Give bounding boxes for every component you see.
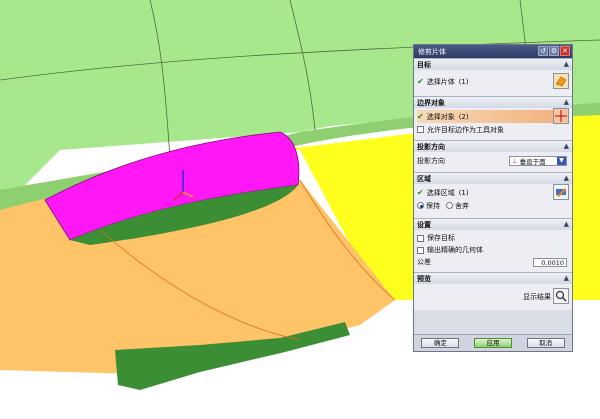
projection-value: 垂直于面 bbox=[519, 157, 546, 166]
section-settings-header[interactable]: 设置 ▲ bbox=[414, 218, 572, 230]
section-preview-body: 显示结果 bbox=[414, 284, 572, 310]
section-settings-body: 保存目标 输出精确的几何体 公差 0.0010 bbox=[414, 230, 572, 272]
normal-face-icon: ⊥ bbox=[512, 156, 518, 165]
output-geometry-checkbox[interactable] bbox=[417, 246, 424, 254]
dialog-title: 修剪片体 bbox=[418, 47, 446, 56]
output-geometry-row[interactable]: 输出精确的几何体 bbox=[417, 244, 569, 256]
show-result-row: 显示结果 bbox=[417, 288, 569, 304]
section-target-body: ✔ 选择片体 (1) bbox=[414, 70, 572, 96]
projection-dropdown[interactable]: ⊥ 垂直于面 ▼ bbox=[509, 155, 567, 166]
discard-radio[interactable] bbox=[446, 202, 453, 209]
select-object-label: 选择对象 bbox=[426, 112, 455, 121]
region-select-icon[interactable] bbox=[553, 184, 569, 200]
tolerance-row: 公差 0.0010 bbox=[417, 256, 569, 268]
chevron-down-icon[interactable]: ▼ bbox=[557, 156, 566, 165]
section-boundary-header[interactable]: 边界对象 ▲ bbox=[414, 96, 572, 108]
select-sheet-icon[interactable] bbox=[553, 73, 569, 89]
select-region-label: 选择区域 bbox=[426, 188, 455, 197]
save-target-label: 保存目标 bbox=[427, 234, 455, 242]
ok-button[interactable]: 确定 bbox=[421, 338, 460, 348]
chevron-up-icon[interactable]: ▲ bbox=[564, 98, 569, 106]
chevron-up-icon[interactable]: ▲ bbox=[564, 274, 569, 282]
section-boundary-body: ✔ 选择对象 (2) 允许目标边作为工具对象 bbox=[414, 108, 572, 140]
cancel-button[interactable]: 取消 bbox=[526, 338, 565, 348]
chevron-up-icon[interactable]: ▲ bbox=[564, 220, 569, 228]
discard-label: 舍弃 bbox=[455, 201, 469, 210]
section-projection-body: 投影方向 ⊥ 垂直于面 ▼ bbox=[414, 152, 572, 172]
chevron-up-icon[interactable]: ▲ bbox=[564, 60, 569, 68]
checkmark-icon: ✔ bbox=[417, 77, 424, 86]
magnifier-icon[interactable] bbox=[553, 288, 569, 304]
section-region-header[interactable]: 区域 ▲ bbox=[414, 172, 572, 184]
crosshair-icon[interactable] bbox=[553, 108, 569, 124]
section-projection-header[interactable]: 投影方向 ▲ bbox=[414, 140, 572, 152]
save-target-row[interactable]: 保存目标 bbox=[417, 232, 569, 244]
projection-row: 投影方向 ⊥ 垂直于面 ▼ bbox=[417, 154, 569, 167]
apply-button[interactable]: 应用 bbox=[473, 338, 512, 348]
select-object-count: (2) bbox=[458, 112, 469, 121]
tolerance-input[interactable]: 0.0010 bbox=[533, 257, 567, 267]
allow-target-edge-label: 允许目标边作为工具对象 bbox=[427, 125, 504, 134]
select-sheet-label: 选择片体 bbox=[426, 77, 455, 86]
checkmark-icon: ✔ bbox=[417, 112, 424, 121]
keep-radio[interactable] bbox=[417, 202, 424, 209]
save-target-checkbox[interactable] bbox=[417, 234, 424, 242]
dialog-footer: 确定 应用 取消 bbox=[414, 334, 572, 351]
keep-label: 保持 bbox=[426, 201, 440, 210]
select-region-row[interactable]: ✔ 选择区域 (1) bbox=[417, 184, 569, 200]
allow-target-edge-row[interactable]: 允许目标边作为工具对象 bbox=[417, 123, 569, 136]
output-geometry-label: 输出精确的几何体 bbox=[427, 246, 483, 254]
reset-icon[interactable]: ↺ bbox=[538, 46, 548, 56]
trim-sheet-dialog: 修剪片体 ↺ ⚙ ✕ 目标 ▲ ✔ 选择片体 (1) 边界对象 ▲ ✔ 选择对象… bbox=[413, 44, 573, 352]
region-option-row: 保持 舍弃 bbox=[417, 199, 569, 212]
select-sheet-row[interactable]: ✔ 选择片体 (1) bbox=[417, 73, 569, 89]
section-region-body: ✔ 选择区域 (1) 保持 舍弃 bbox=[414, 184, 572, 218]
chevron-up-icon[interactable]: ▲ bbox=[564, 142, 569, 150]
tolerance-label: 公差 bbox=[417, 258, 431, 266]
allow-target-edge-checkbox[interactable] bbox=[417, 126, 424, 133]
select-region-count: (1) bbox=[458, 188, 469, 197]
select-object-row[interactable]: ✔ 选择对象 (2) bbox=[417, 108, 569, 124]
close-icon[interactable]: ✕ bbox=[560, 46, 570, 56]
show-result-label: 显示结果 bbox=[523, 292, 551, 301]
select-sheet-count: (1) bbox=[458, 77, 469, 86]
gear-icon[interactable]: ⚙ bbox=[549, 46, 559, 56]
section-preview-header[interactable]: 预览 ▲ bbox=[414, 272, 572, 284]
projection-label: 投影方向 bbox=[417, 156, 445, 165]
section-target-header[interactable]: 目标 ▲ bbox=[414, 58, 572, 70]
checkmark-icon: ✔ bbox=[417, 188, 424, 197]
dialog-titlebar[interactable]: 修剪片体 ↺ ⚙ ✕ bbox=[414, 45, 572, 58]
chevron-up-icon[interactable]: ▲ bbox=[564, 174, 569, 182]
